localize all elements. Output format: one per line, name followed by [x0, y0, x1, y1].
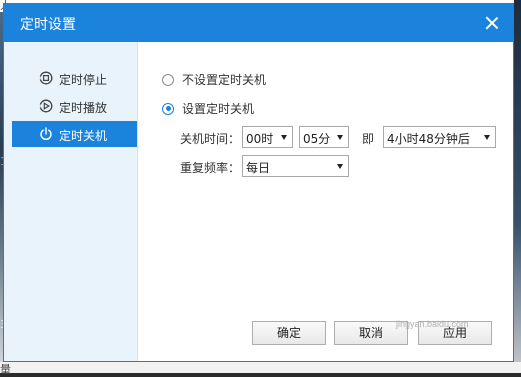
- repeat-value: 每日: [246, 161, 271, 175]
- no-shutdown-label: 不设置定时关机: [182, 73, 267, 87]
- countdown-value: 4小时48分钟后: [387, 132, 470, 146]
- countdown-select[interactable]: 4小时48分钟后: [383, 126, 496, 148]
- chevron-down-icon: [337, 164, 343, 169]
- equals-label: 即: [362, 132, 375, 146]
- sidebar-item-timer-stop[interactable]: 定时停止: [12, 65, 137, 91]
- hour-select[interactable]: 00时: [242, 126, 293, 148]
- timer-settings-dialog: 定时设置 定时停止 定时播放 定时关机 不设置定时关机 设置定时关机 关机时间：…: [3, 3, 514, 362]
- sidebar-item-label: 定时停止: [59, 73, 108, 87]
- close-icon[interactable]: [483, 14, 501, 32]
- set-shutdown-label: 设置定时关机: [182, 102, 255, 116]
- repeat-label: 重复频率：: [180, 161, 241, 175]
- background-right-strip: [514, 0, 521, 373]
- hour-value: 00时: [246, 132, 274, 146]
- set-shutdown-radio[interactable]: [162, 102, 174, 115]
- sidebar: 定时停止 定时播放 定时关机: [4, 42, 138, 361]
- minute-value: 05分: [303, 132, 331, 146]
- no-shutdown-radio[interactable]: [162, 73, 174, 86]
- sidebar-item-timer-shutdown[interactable]: 定时关机: [12, 121, 137, 147]
- chevron-down-icon: [337, 135, 343, 140]
- repeat-select[interactable]: 每日: [242, 155, 349, 177]
- set-shutdown-option[interactable]: 设置定时关机: [162, 100, 254, 117]
- timer-play-icon: [39, 99, 53, 113]
- shutdown-settings-panel: 不设置定时关机 设置定时关机 关机时间： 00时 05分 即 4小时48分钟后 …: [138, 42, 513, 361]
- watermark: jingyan.baidu.com: [396, 319, 469, 329]
- shutdown-time-label: 关机时间：: [180, 132, 241, 146]
- background-bottom-strip: [0, 362, 521, 373]
- ok-button[interactable]: 确定: [252, 321, 326, 345]
- dialog-title: 定时设置: [20, 17, 76, 33]
- chevron-down-icon: [484, 135, 490, 140]
- no-shutdown-option[interactable]: 不设置定时关机: [162, 71, 266, 88]
- chevron-down-icon: [281, 135, 287, 140]
- sidebar-item-label: 定时关机: [59, 129, 108, 143]
- background-glyph: 量: [0, 363, 11, 376]
- power-icon: [40, 127, 52, 141]
- dialog-titlebar[interactable]: 定时设置: [4, 4, 513, 42]
- timer-stop-icon: [39, 71, 53, 85]
- sidebar-item-timer-play[interactable]: 定时播放: [12, 93, 137, 119]
- sidebar-item-label: 定时播放: [59, 101, 108, 115]
- minute-select[interactable]: 05分: [299, 126, 349, 148]
- ok-button-label: 确定: [276, 326, 301, 340]
